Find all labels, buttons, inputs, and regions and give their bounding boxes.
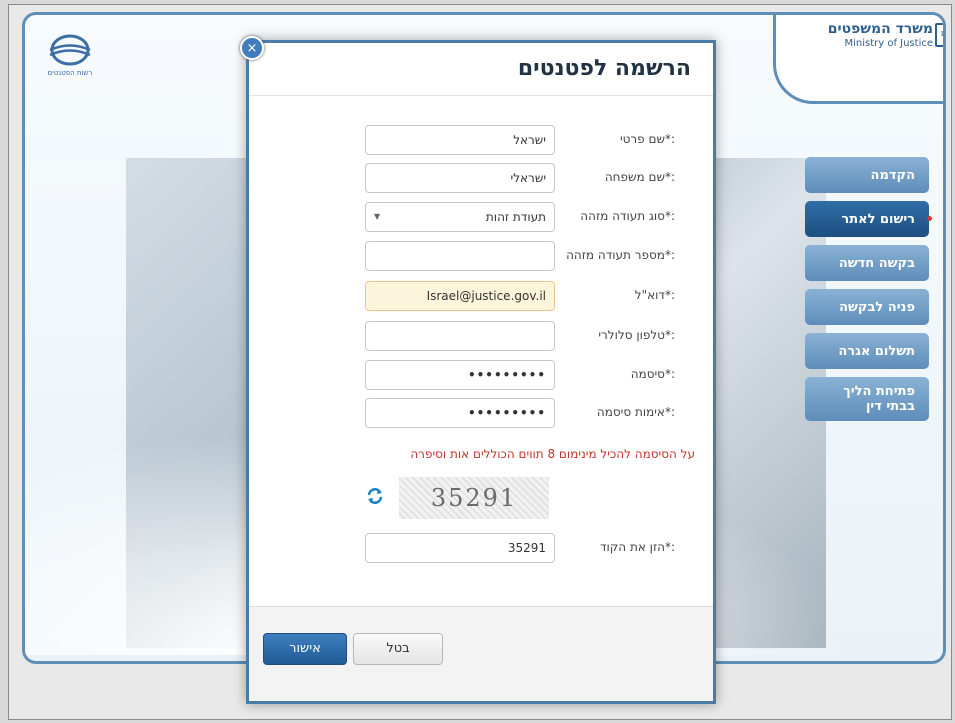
email-input[interactable]: Israel@justice.gov.il xyxy=(365,281,555,311)
password-label: סיסמה*: xyxy=(545,367,675,381)
chevron-down-icon: ▼ xyxy=(374,203,380,231)
password-row: ••••••••• סיסמה*: xyxy=(365,360,675,390)
last-name-label: שם משפחה*: xyxy=(545,170,675,184)
id-type-value: תעודת זהות xyxy=(486,210,546,224)
captcha-image: 35291 xyxy=(399,477,549,519)
password-input[interactable]: ••••••••• xyxy=(365,360,555,390)
refresh-captcha-icon[interactable] xyxy=(366,487,384,505)
side-menu-court-proceedings[interactable]: פתיחת הליך בבתי דין xyxy=(805,377,929,421)
id-type-row: ▼ תעודת זהות סוג תעודה מזהה*: xyxy=(365,202,675,232)
first-name-input[interactable]: ישראל xyxy=(365,125,555,155)
email-label: דוא"ל*: xyxy=(545,288,675,302)
side-menu-request-inquiry[interactable]: פניה לבקשה xyxy=(805,289,929,325)
patent-logo-icon xyxy=(48,33,92,67)
side-menu-register[interactable]: רישום לאתר xyxy=(805,201,929,237)
password-error-message: על הסיסמה להכיל מינימום 8 תווים הכוללים … xyxy=(410,447,695,461)
id-number-input[interactable] xyxy=(365,241,555,271)
confirm-button[interactable]: אישור xyxy=(263,633,347,665)
state-emblem-icon: ✡ xyxy=(935,23,946,47)
last-name-row: ישראלי שם משפחה*: xyxy=(365,163,675,193)
id-number-label: מספר תעודה מזהה*: xyxy=(545,248,675,262)
side-menu-fee-payment[interactable]: תשלום אגרה xyxy=(805,333,929,369)
captcha-code-row: 35291 הזן את הקוד*: xyxy=(365,533,675,563)
dialog-header: הרשמה לפטנטים xyxy=(249,43,713,96)
captcha-code-label: הזן את הקוד*: xyxy=(545,540,675,554)
password-confirm-label: אימות סיסמה*: xyxy=(545,405,675,419)
password-confirm-row: ••••••••• אימות סיסמה*: xyxy=(365,398,675,428)
captcha-code-input[interactable]: 35291 xyxy=(365,533,555,563)
ministry-logo[interactable]: ✡ משרד המשפטים Ministry of Justice xyxy=(828,21,933,50)
patent-authority-logo[interactable]: רשות הפטנטים xyxy=(35,33,105,77)
side-menu-intro[interactable]: הקדמה xyxy=(805,157,929,193)
dialog-footer: בטל אישור xyxy=(249,606,713,701)
mobile-phone-input[interactable] xyxy=(365,321,555,351)
ministry-name-english: Ministry of Justice xyxy=(828,38,933,50)
first-name-label: שם פרטי*: xyxy=(545,132,675,146)
password-confirm-input[interactable]: ••••••••• xyxy=(365,398,555,428)
close-icon[interactable]: × xyxy=(240,36,264,60)
id-type-label: סוג תעודה מזהה*: xyxy=(545,209,675,223)
cancel-button[interactable]: בטל xyxy=(353,633,443,665)
dialog-title: הרשמה לפטנטים xyxy=(518,56,691,81)
side-menu: הקדמה רישום לאתר בקשה חדשה פניה לבקשה תש… xyxy=(805,157,929,429)
patent-logo-text: רשות הפטנטים xyxy=(35,69,105,77)
mobile-row: טלפון סלולרי*: xyxy=(365,321,675,351)
last-name-input[interactable]: ישראלי xyxy=(365,163,555,193)
mobile-phone-label: טלפון סלולרי*: xyxy=(545,328,675,342)
registration-dialog: הרשמה לפטנטים ישראל שם פרטי*: ישראלי שם … xyxy=(246,40,716,704)
id-number-row: מספר תעודה מזהה*: xyxy=(365,241,675,271)
id-type-select[interactable]: ▼ תעודת זהות xyxy=(365,202,555,232)
first-name-row: ישראל שם פרטי*: xyxy=(365,125,675,155)
side-menu-new-request[interactable]: בקשה חדשה xyxy=(805,245,929,281)
email-row: Israel@justice.gov.il דוא"ל*: xyxy=(365,281,675,311)
ministry-name-hebrew: משרד המשפטים xyxy=(828,21,933,38)
